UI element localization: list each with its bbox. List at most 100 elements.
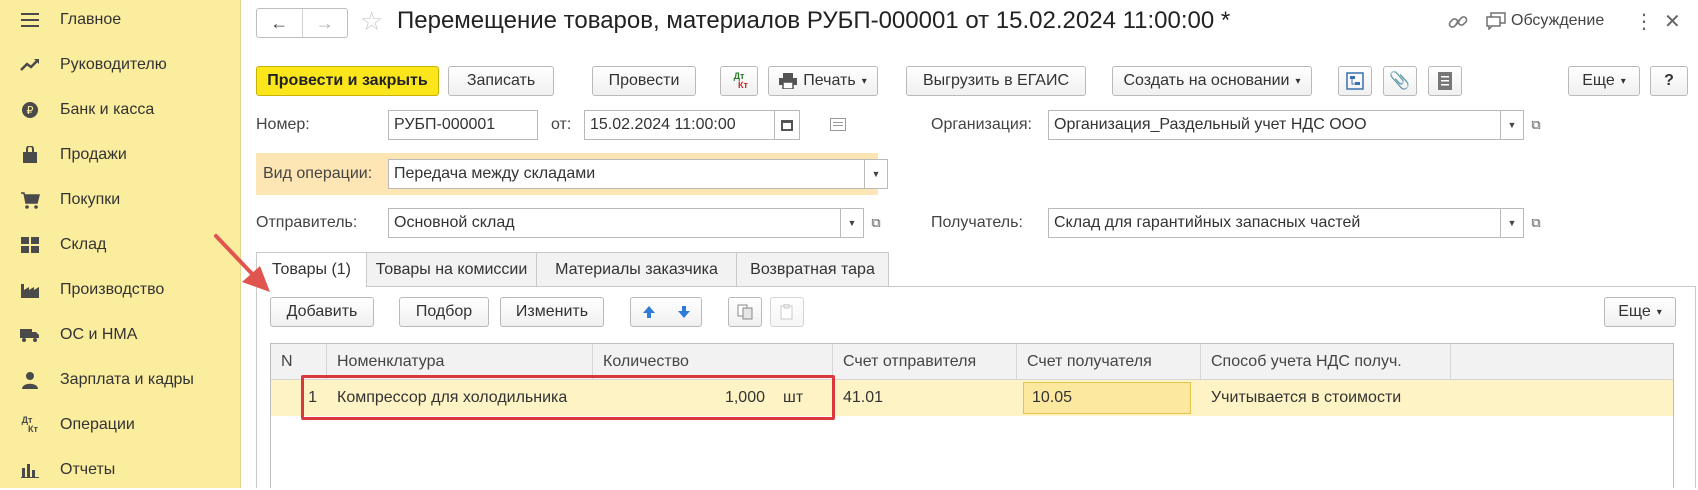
sidebar-item-label: Продажи <box>60 146 127 163</box>
truck-icon <box>19 324 41 346</box>
more-label: Еще <box>1582 72 1615 89</box>
number-field[interactable]: РУБП-000001 <box>388 110 538 140</box>
journal-button[interactable] <box>1428 66 1462 96</box>
move-up-icon[interactable] <box>631 298 666 326</box>
organization-open-icon[interactable]: ⧉ <box>1524 110 1548 140</box>
sidebar-item-operations[interactable]: Дт Кт Операции <box>0 405 241 445</box>
favorite-star-icon[interactable]: ☆ <box>360 6 383 37</box>
move-rows-group <box>630 297 702 327</box>
dt-kt-button[interactable]: Дт Кт <box>720 66 758 96</box>
table-more-label: Еще <box>1618 303 1651 320</box>
comment-icon[interactable] <box>830 118 846 137</box>
sidebar-item-sales[interactable]: Продажи <box>0 135 241 175</box>
sidebar-item-label: Руководителю <box>60 56 167 73</box>
warehouse-icon <box>19 234 41 256</box>
coin-icon: ₽ <box>19 99 41 121</box>
printer-icon <box>779 73 798 89</box>
post-and-close-button[interactable]: Провести и закрыть <box>256 66 439 96</box>
column-header-vat-method[interactable]: Способ учета НДС получ. <box>1201 344 1451 380</box>
organization-field[interactable]: Организация_Раздельный учет НДС ООО <box>1048 110 1501 140</box>
sidebar-item-label: Склад <box>60 236 107 253</box>
structure-icon <box>1346 72 1364 90</box>
date-from-label: от: <box>551 116 572 133</box>
move-down-icon[interactable] <box>666 298 701 326</box>
sidebar-item-purchases[interactable]: Покупки <box>0 180 241 220</box>
date-field[interactable]: 15.02.2024 11:00:00 <box>584 110 776 140</box>
operation-type-label: Вид операции: <box>263 165 373 182</box>
factory-icon <box>19 279 41 301</box>
receiver-label: Получатель: <box>931 214 1023 231</box>
tab-returnable-packaging[interactable]: Возвратная тара <box>736 252 889 287</box>
sidebar-item-label: Операции <box>60 416 135 433</box>
attachments-button[interactable]: 📎 <box>1383 66 1417 96</box>
bag-icon <box>19 144 41 166</box>
cell-receiver-account[interactable]: 10.05 <box>1023 382 1191 414</box>
cart-icon <box>19 189 41 211</box>
sidebar: Главное Руководителю ₽ Банк и касса Прод… <box>0 0 241 488</box>
chat-icon <box>1486 12 1506 30</box>
operation-type-field[interactable]: Передача между складами <box>388 159 865 189</box>
sidebar-item-production[interactable]: Производство <box>0 270 241 310</box>
structure-button[interactable] <box>1338 66 1372 96</box>
sidebar-item-manager[interactable]: Руководителю <box>0 45 241 85</box>
column-header-receiver-account[interactable]: Счет получателя <box>1017 344 1201 380</box>
cell-sender-account[interactable]: 41.01 <box>843 380 883 416</box>
add-button[interactable]: Добавить <box>270 297 374 327</box>
egais-export-button[interactable]: Выгрузить в ЕГАИС <box>906 66 1086 96</box>
sidebar-item-label: Банк и касса <box>60 101 155 118</box>
operation-type-dropdown-button[interactable]: ▼ <box>864 159 888 189</box>
help-button[interactable]: ? <box>1650 66 1688 96</box>
copy-row-button[interactable] <box>728 297 762 327</box>
forward-button[interactable]: → <box>301 9 348 37</box>
receiver-open-icon[interactable]: ⧉ <box>1524 208 1548 238</box>
bar-chart-icon <box>19 459 41 481</box>
page-title: Перемещение товаров, материалов РУБП-000… <box>397 7 1231 34</box>
sidebar-item-bank[interactable]: ₽ Банк и касса <box>0 90 241 130</box>
sidebar-item-label: Главное <box>60 11 122 28</box>
person-icon <box>19 369 41 391</box>
change-button[interactable]: Изменить <box>500 297 604 327</box>
receiver-dropdown-button[interactable]: ▼ <box>1500 208 1524 238</box>
number-label: Номер: <box>256 116 310 133</box>
sidebar-item-warehouse[interactable]: Склад <box>0 225 241 265</box>
back-button[interactable]: ← <box>257 9 302 37</box>
tab-commission-goods[interactable]: Товары на комиссии <box>366 252 537 287</box>
paste-icon <box>780 304 793 320</box>
create-based-label: Создать на основании <box>1123 72 1290 89</box>
create-based-on-button[interactable]: Создать на основании ▾ <box>1112 66 1312 96</box>
sidebar-item-label: Отчеты <box>60 461 116 478</box>
sidebar-item-assets[interactable]: ОС и НМА <box>0 315 241 355</box>
sidebar-item-main[interactable]: Главное <box>0 0 241 40</box>
paperclip-icon: 📎 <box>1389 71 1411 90</box>
link-icon[interactable] <box>1447 11 1469 38</box>
sidebar-item-salary[interactable]: Зарплата и кадры <box>0 360 241 400</box>
save-button[interactable]: Записать <box>448 66 554 96</box>
close-icon[interactable]: ✕ <box>1664 9 1681 34</box>
annotation-arrow-icon <box>214 234 270 292</box>
cell-vat-method[interactable]: Учитывается в стоимости <box>1211 380 1401 416</box>
column-header-empty <box>1451 344 1673 380</box>
table-more-button[interactable]: Еще ▾ <box>1604 297 1676 327</box>
calendar-button[interactable] <box>774 110 800 140</box>
sender-open-icon[interactable]: ⧉ <box>864 208 888 238</box>
tab-customer-materials[interactable]: Материалы заказчика <box>536 252 737 287</box>
trend-icon <box>19 54 41 76</box>
paste-row-button[interactable] <box>770 297 804 327</box>
sidebar-item-label: Зарплата и кадры <box>60 371 194 388</box>
post-button[interactable]: Провести <box>592 66 696 96</box>
dt-kt-icon: Дт Кт <box>21 415 38 434</box>
sender-field[interactable]: Основной склад <box>388 208 841 238</box>
more-actions-icon[interactable]: ⋮ <box>1634 9 1654 34</box>
sidebar-item-reports[interactable]: Отчеты <box>0 450 241 490</box>
more-button[interactable]: Еще ▾ <box>1568 66 1640 96</box>
organization-label: Организация: <box>931 116 1032 133</box>
list-icon <box>1438 72 1452 90</box>
print-button[interactable]: Печать ▾ <box>768 66 878 96</box>
receiver-field[interactable]: Склад для гарантийных запасных частей <box>1048 208 1501 238</box>
discussion-button[interactable]: Обсуждение <box>1486 12 1604 30</box>
history-nav: ← → <box>256 8 348 38</box>
sender-dropdown-button[interactable]: ▼ <box>840 208 864 238</box>
column-header-sender-account[interactable]: Счет отправителя <box>833 344 1017 380</box>
pick-button[interactable]: Подбор <box>399 297 489 327</box>
organization-dropdown-button[interactable]: ▼ <box>1500 110 1524 140</box>
